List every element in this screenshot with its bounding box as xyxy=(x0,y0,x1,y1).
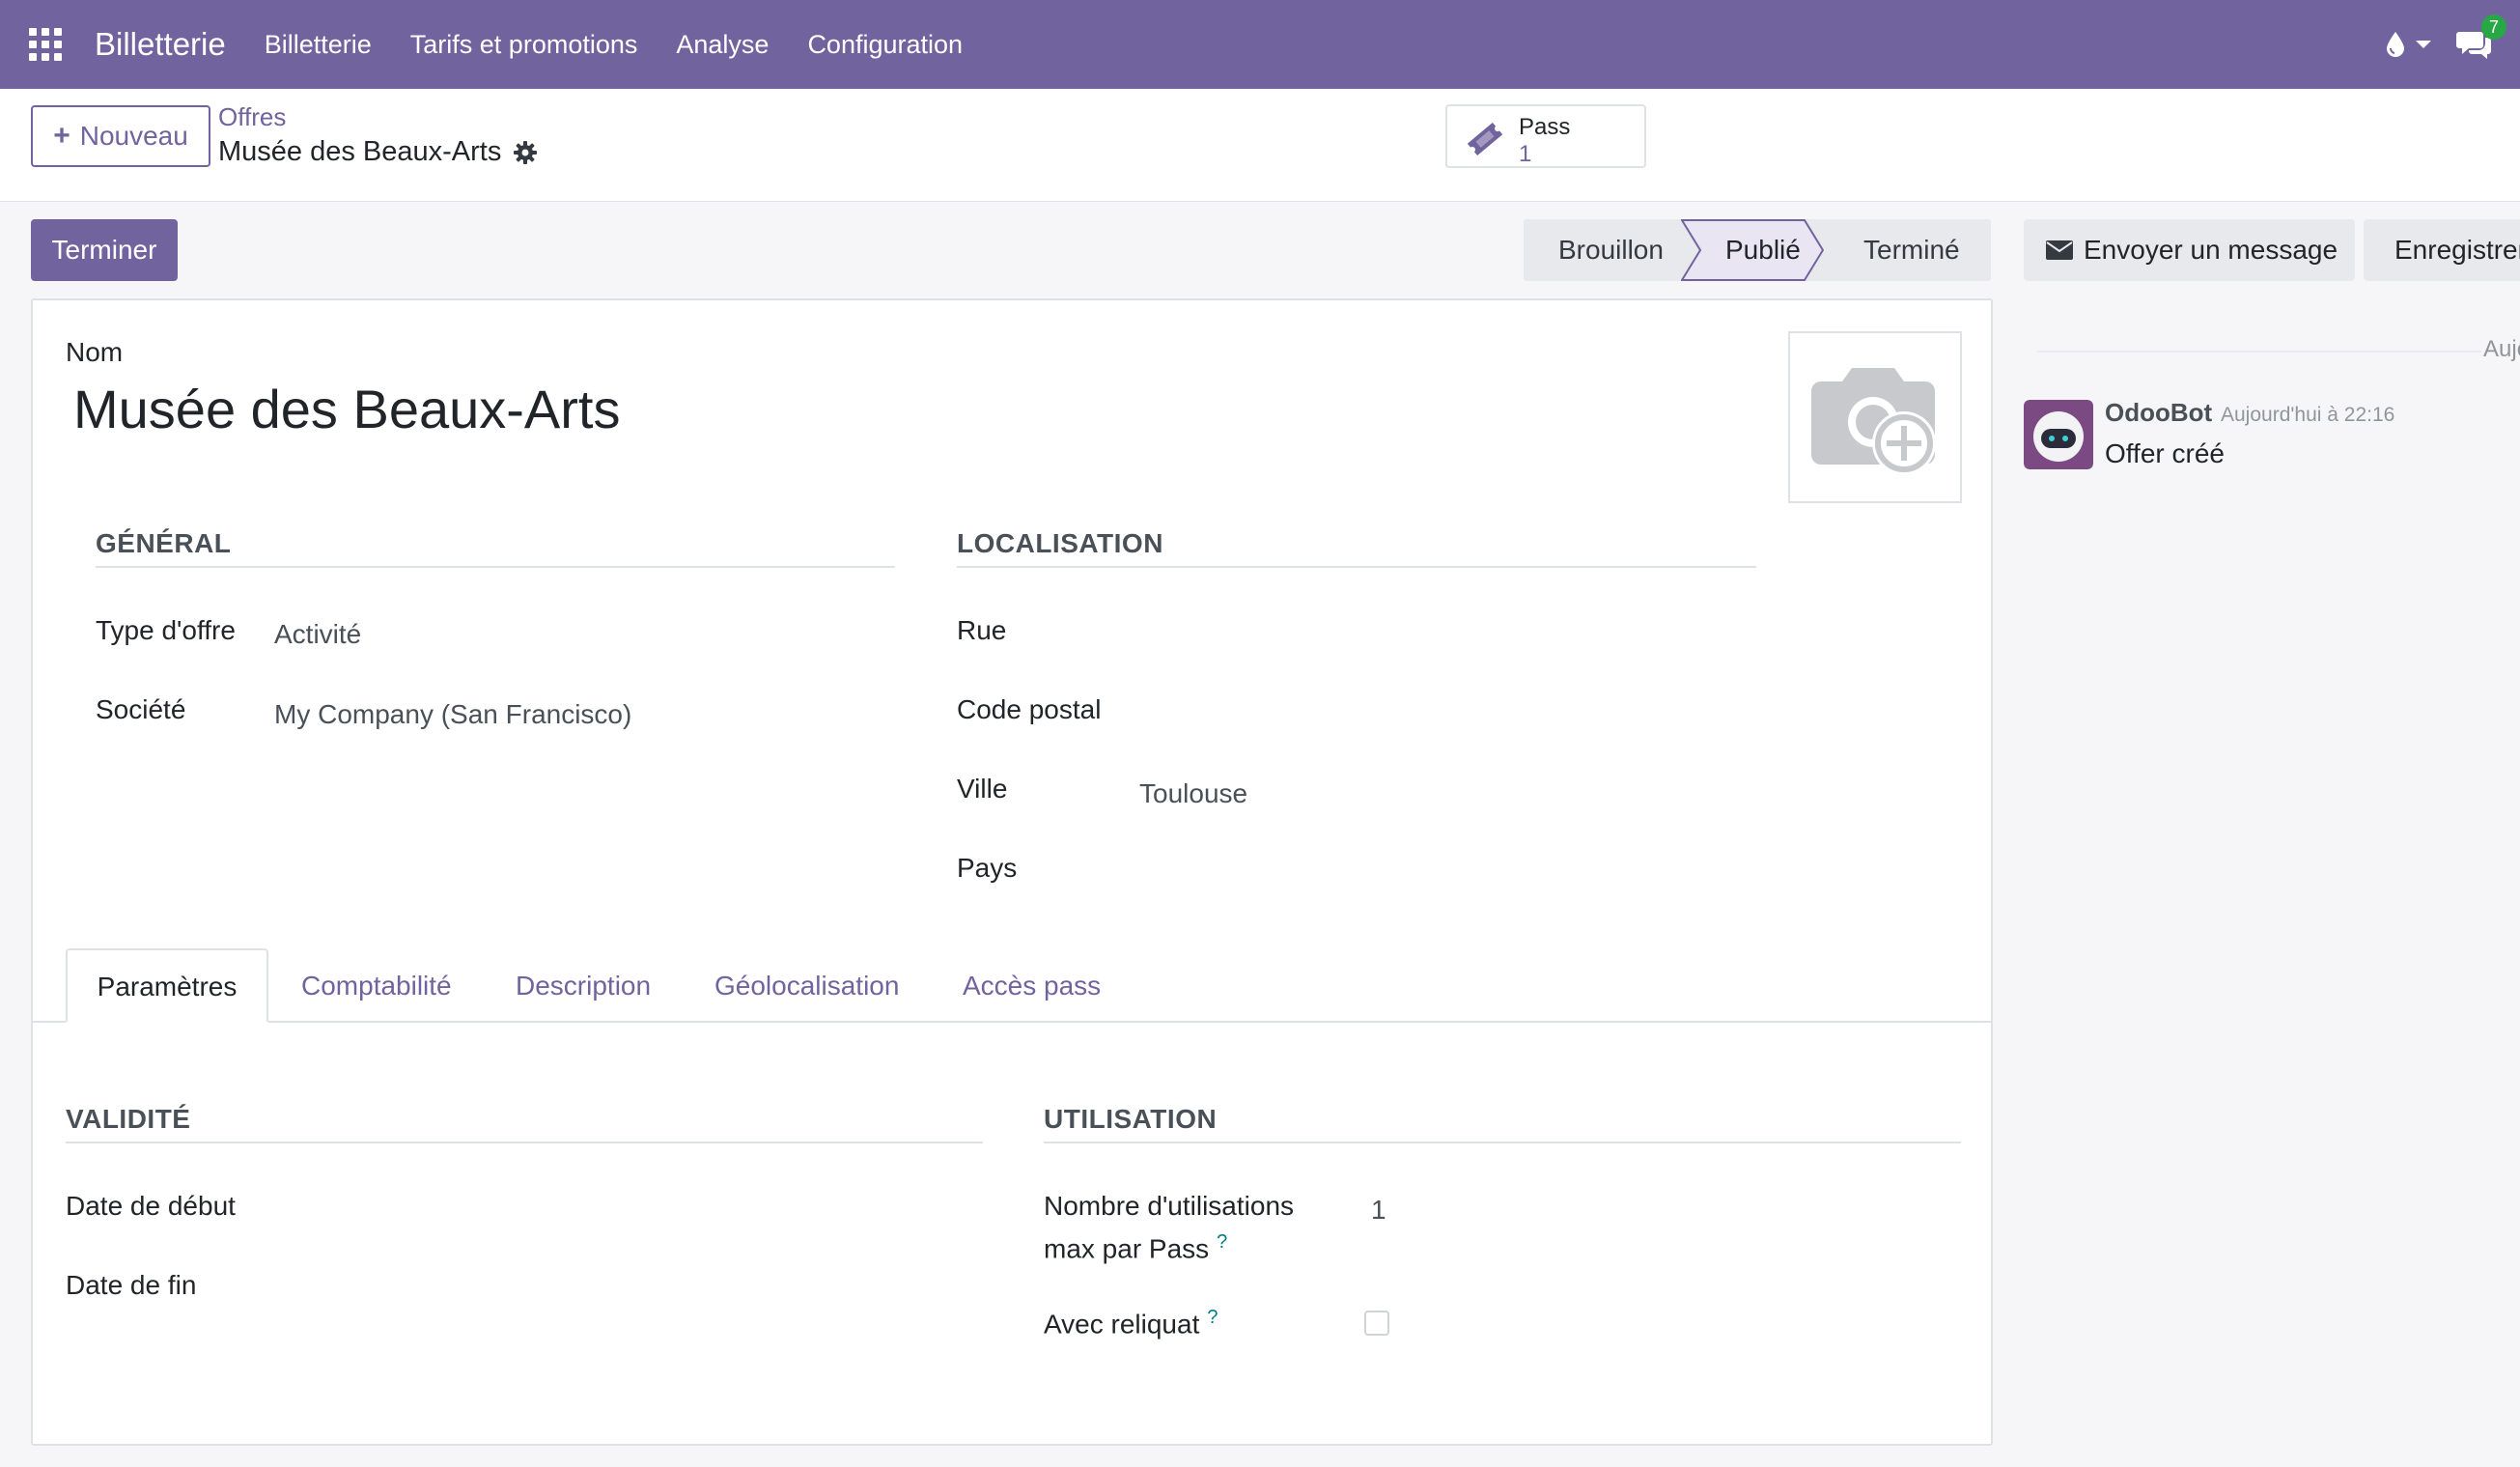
envelope-icon xyxy=(2046,240,2073,260)
odoobot-avatar xyxy=(2024,400,2093,469)
general-section-title: GÉNÉRAL xyxy=(96,528,232,558)
end-date-label: Date de fin xyxy=(66,1270,197,1300)
zip-label: Code postal xyxy=(957,694,1102,724)
location-section-title: LOCALISATION xyxy=(957,528,1163,558)
offer-name-field[interactable]: Musée des Beaux-Arts xyxy=(73,378,620,440)
location-separator xyxy=(957,566,1756,568)
pass-smart-button[interactable]: Pass 1 xyxy=(1445,104,1646,168)
remainder-label-text: Avec reliquat xyxy=(1044,1309,1200,1340)
send-message-button[interactable]: Envoyer un message xyxy=(2024,219,2355,281)
pass-smart-label: Pass xyxy=(1519,114,1571,140)
tab-parametres[interactable]: Paramètres xyxy=(66,948,268,1023)
navbar-systray: 7 xyxy=(2385,0,2520,89)
breadcrumb-current-label: Musée des Beaux-Arts xyxy=(218,136,502,167)
general-separator xyxy=(96,566,895,568)
log-note-label: Enregistrer une note xyxy=(2394,235,2520,265)
menu-billetterie[interactable]: Billetterie xyxy=(265,30,372,60)
chatter-date-separator xyxy=(2037,351,2481,353)
plus-icon: + xyxy=(53,120,70,152)
offer-type-field[interactable]: Activité xyxy=(274,619,361,650)
ticket-icon xyxy=(1467,122,1503,156)
usage-section-title: UTILISATION xyxy=(1044,1104,1218,1134)
menu-configuration[interactable]: Configuration xyxy=(807,30,963,60)
status-bar: Brouillon Publié Terminé xyxy=(1524,219,1991,281)
max-uses-label-line1: Nombre d'utilisations xyxy=(1044,1191,1295,1221)
stage-termine[interactable]: Terminé xyxy=(1863,219,1960,281)
terminer-button[interactable]: Terminer xyxy=(31,219,178,281)
menu-analyse[interactable]: Analyse xyxy=(676,30,769,60)
city-field[interactable]: Toulouse xyxy=(1139,778,1247,809)
chatter-date-label: Aujourd'hui xyxy=(2483,336,2520,362)
tab-geolocalisation[interactable]: Géolocalisation xyxy=(714,948,899,1023)
street-label: Rue xyxy=(957,615,1007,645)
stage-publie[interactable]: Publié xyxy=(1681,219,1824,281)
message-body: Offer créé xyxy=(2105,438,2225,468)
app-brand[interactable]: Billetterie xyxy=(95,26,226,63)
chat-badge: 7 xyxy=(2481,14,2506,40)
water-drop-icon[interactable] xyxy=(2385,31,2406,58)
stage-publie-label: Publié xyxy=(1725,235,1801,265)
top-navbar: Billetterie Billetterie Tarifs et promot… xyxy=(0,0,2520,89)
country-label: Pays xyxy=(957,853,1018,883)
tab-comptabilite[interactable]: Comptabilité xyxy=(301,948,452,1023)
max-uses-help-icon[interactable]: ? xyxy=(1217,1231,1227,1253)
company-field[interactable]: My Company (San Francisco) xyxy=(274,699,631,730)
send-message-label: Envoyer un message xyxy=(2084,235,2338,265)
usage-separator xyxy=(1044,1142,1961,1143)
max-uses-label-line2: max par Pass? xyxy=(1044,1231,1227,1264)
max-uses-label-text: max par Pass xyxy=(1044,1233,1210,1264)
image-upload[interactable] xyxy=(1788,331,1962,503)
stage-brouillon[interactable]: Brouillon xyxy=(1558,219,1664,281)
city-label: Ville xyxy=(957,774,1008,804)
breadcrumb-parent[interactable]: Offres xyxy=(218,102,286,132)
tab-acces-pass[interactable]: Accès pass xyxy=(963,948,1101,1023)
camera-add-icon xyxy=(1811,368,1936,475)
new-button-label: Nouveau xyxy=(79,121,188,151)
apps-menu-icon[interactable] xyxy=(29,28,62,61)
new-button[interactable]: + Nouveau xyxy=(31,105,210,167)
remainder-label: Avec reliquat? xyxy=(1044,1307,1218,1340)
message-date: Aujourd'hui à 22:16 xyxy=(2221,404,2395,426)
validity-section-title: VALIDITÉ xyxy=(66,1104,191,1134)
chat-icon[interactable]: 7 xyxy=(2456,14,2506,61)
start-date-label: Date de début xyxy=(66,1191,236,1221)
chevron-down-icon[interactable] xyxy=(2416,41,2431,48)
remainder-help-icon[interactable]: ? xyxy=(1207,1307,1218,1328)
tab-description[interactable]: Description xyxy=(516,948,651,1023)
form-sheet: Nom Musée des Beaux-Arts GÉNÉRAL Type d'… xyxy=(31,298,1993,1446)
validity-separator xyxy=(66,1142,983,1143)
message-author: OdooBot xyxy=(2105,398,2213,427)
menu-tarifs-promotions[interactable]: Tarifs et promotions xyxy=(410,30,638,60)
control-panel: + Nouveau Offres Musée des Beaux-Arts Pa… xyxy=(0,89,2520,202)
max-uses-field[interactable]: 1 xyxy=(1371,1195,1386,1226)
company-label: Société xyxy=(96,694,186,724)
gear-icon[interactable] xyxy=(513,140,538,165)
breadcrumb-current: Musée des Beaux-Arts xyxy=(218,136,538,168)
pass-smart-value: 1 xyxy=(1519,141,1532,167)
name-label: Nom xyxy=(66,337,124,367)
log-note-button[interactable]: Enregistrer une note xyxy=(2364,219,2520,281)
remainder-checkbox[interactable] xyxy=(1364,1311,1389,1336)
offer-type-label: Type d'offre xyxy=(96,615,236,645)
